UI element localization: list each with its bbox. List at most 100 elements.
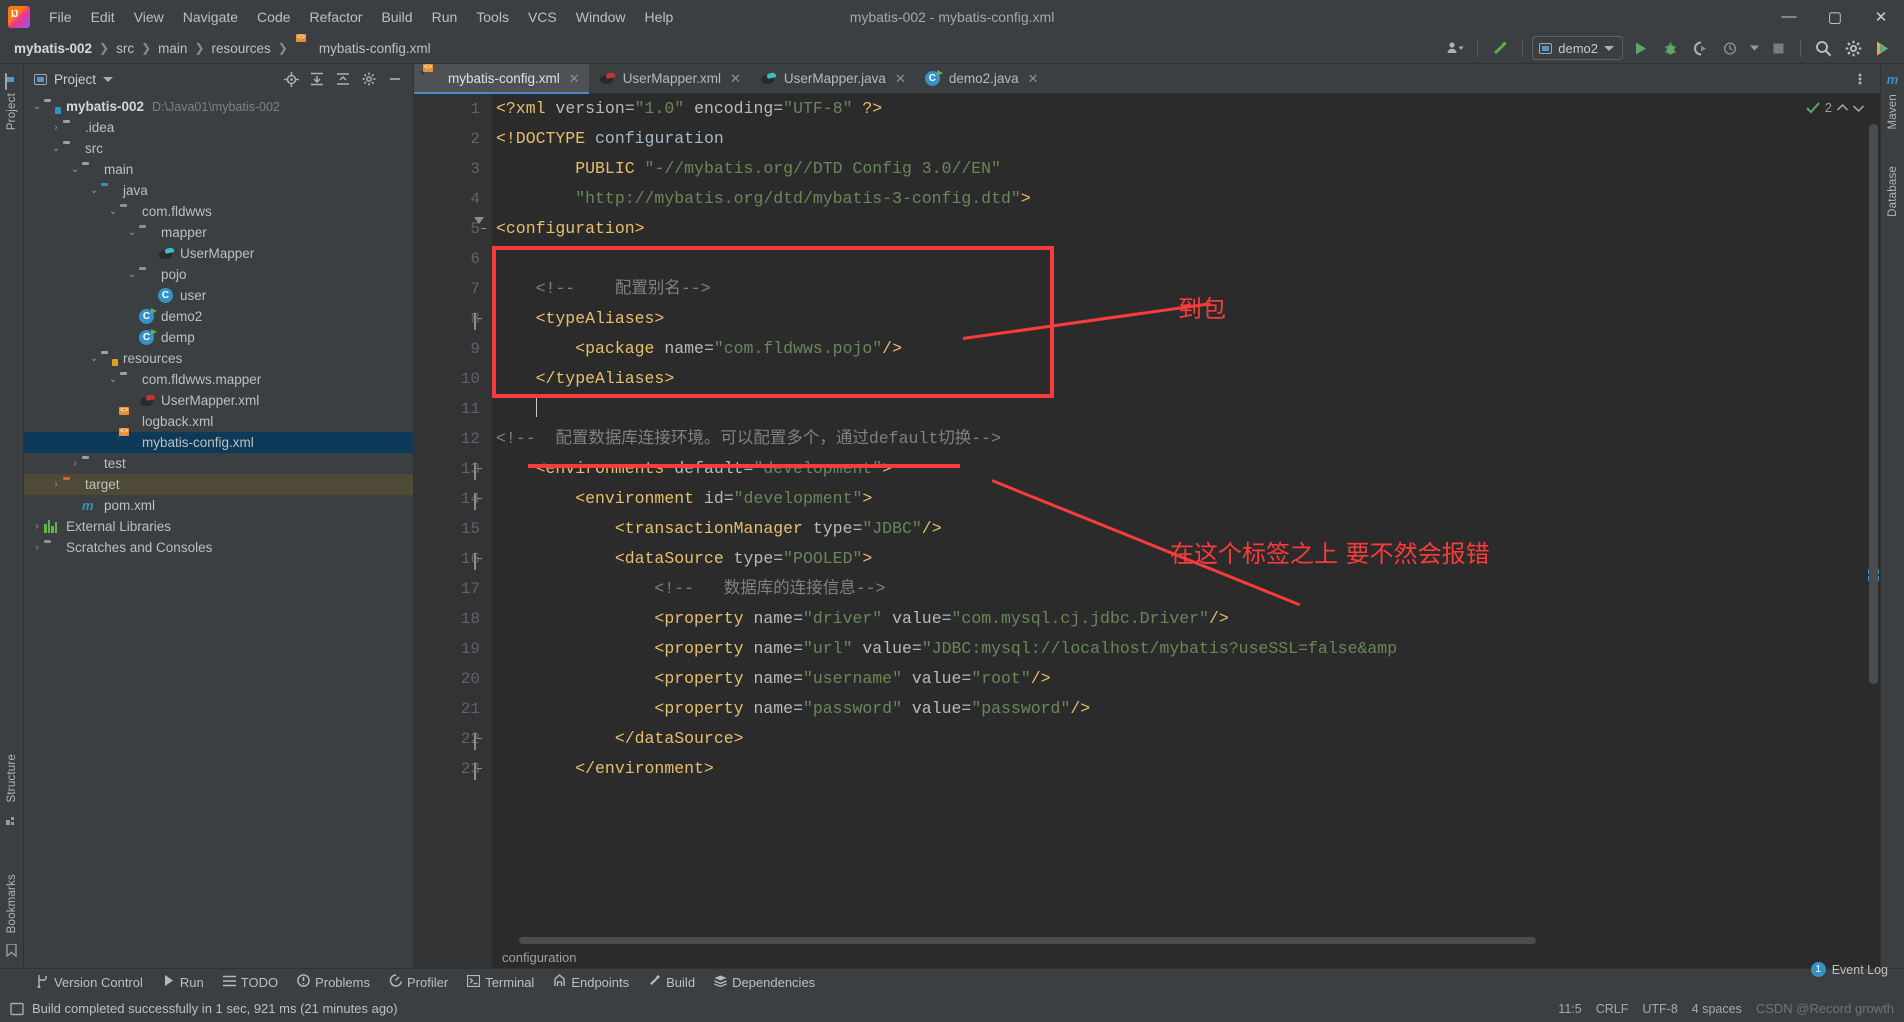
tool-window-build[interactable]: Build [640, 972, 703, 992]
search-everywhere-icon[interactable] [1810, 37, 1836, 59]
code-line[interactable]: <?xml version="1.0" encoding="UTF-8" ?> [496, 94, 1880, 124]
tree-node-src[interactable]: ⌄ src [24, 138, 413, 159]
code-line[interactable]: <!-- 数据库的连接信息--> [496, 574, 1880, 604]
line-number[interactable]: 4 [414, 184, 492, 214]
more-tabs-icon[interactable] [1848, 68, 1872, 90]
code-line[interactable]: <!-- 配置别名--> [496, 274, 1880, 304]
tree-node-user[interactable]: Cuser [24, 285, 413, 306]
tree-node-pom-xml[interactable]: m pom.xml [24, 495, 413, 516]
structure-tool-icon[interactable] [5, 814, 18, 829]
run-with-coverage-icon[interactable] [1687, 37, 1713, 59]
code-line[interactable]: </dataSource> [496, 724, 1880, 754]
menu-navigate[interactable]: Navigate [174, 5, 247, 29]
line-number[interactable]: 1 [414, 94, 492, 124]
tool-window-endpoints[interactable]: Endpoints [545, 972, 637, 992]
rail-item-maven[interactable]: Maven [1887, 94, 1899, 130]
tree-node-usermapper[interactable]: UserMapper [24, 243, 413, 264]
project-panel-title[interactable]: Project [54, 72, 96, 87]
stop-icon[interactable] [1765, 37, 1791, 59]
code-fold-toggle[interactable] [474, 217, 485, 239]
chevron-right-icon[interactable]: › [30, 542, 44, 553]
editor-tab-demo2-java[interactable]: Cdemo2.java ✕ [915, 64, 1048, 93]
line-number[interactable]: 6 [414, 244, 492, 274]
code-fold-toggle[interactable] [474, 733, 485, 750]
tree-node-logback-xml[interactable]: logback.xml [24, 411, 413, 432]
close-icon[interactable]: ✕ [730, 71, 741, 87]
chevron-down-icon[interactable]: ⌄ [125, 269, 139, 280]
line-number[interactable]: 18 [414, 604, 492, 634]
caret-position[interactable]: 11:5 [1558, 1002, 1581, 1016]
line-number-gutter[interactable]: 1234567891011121314151617181920212223 [414, 94, 492, 968]
code-line[interactable]: <property name="password" value="passwor… [496, 694, 1880, 724]
menu-build[interactable]: Build [372, 5, 421, 29]
tree-node-demo2[interactable]: Cdemo2 [24, 306, 413, 327]
code-fold-toggle[interactable] [474, 763, 485, 780]
profiler-icon[interactable] [1717, 37, 1743, 59]
rail-item-structure[interactable]: Structure [6, 754, 18, 802]
tree-node-mybatis-config-xml[interactable]: mybatis-config.xml [24, 432, 413, 453]
collapse-all-icon[interactable] [331, 68, 355, 90]
tree-node-mybatis-002[interactable]: ⌄ mybatis-002 D:\Java01\mybatis-002 [24, 96, 413, 117]
line-number[interactable]: 2 [414, 124, 492, 154]
chevron-right-icon[interactable]: › [68, 458, 82, 469]
chevron-down-icon[interactable]: ⌄ [87, 353, 101, 364]
chevron-up-icon[interactable] [1837, 103, 1848, 112]
tool-window-todo[interactable]: TODO [215, 973, 286, 992]
ide-assistant-icon[interactable] [1870, 37, 1896, 59]
tree-node-scratches-and-consoles[interactable]: › Scratches and Consoles [24, 537, 413, 558]
editor-hscroll-thumb[interactable] [519, 937, 1537, 944]
maximize-button[interactable]: ▢ [1812, 0, 1858, 33]
code-line[interactable]: </typeAliases> [496, 364, 1880, 394]
code-fold-toggle[interactable] [474, 463, 485, 480]
file-encoding[interactable]: UTF-8 [1642, 1002, 1677, 1016]
menu-refactor[interactable]: Refactor [301, 5, 372, 29]
code-line[interactable]: </environment> [496, 754, 1880, 784]
minimize-button[interactable]: — [1766, 0, 1812, 33]
line-separator[interactable]: CRLF [1596, 1002, 1629, 1016]
rail-item-bookmarks[interactable]: Bookmarks [6, 874, 18, 933]
tree-node-pojo[interactable]: ⌄ pojo [24, 264, 413, 285]
chevron-down-icon[interactable]: ⌄ [125, 227, 139, 238]
editor-tab-usermapper-java[interactable]: UserMapper.java ✕ [750, 64, 915, 93]
code-content[interactable]: <?xml version="1.0" encoding="UTF-8" ?> <… [492, 94, 1880, 968]
editor-scroll-thumb[interactable] [1869, 124, 1878, 684]
code-line[interactable]: <configuration> [496, 214, 1880, 244]
project-tool-icon[interactable] [4, 73, 19, 90]
menu-window[interactable]: Window [567, 5, 635, 29]
maven-icon[interactable]: m [1887, 72, 1899, 87]
menu-edit[interactable]: Edit [82, 5, 124, 29]
editor-horizontal-scrollbar[interactable] [492, 937, 1866, 946]
inspection-widget[interactable]: 2 [1806, 100, 1864, 115]
line-number[interactable]: 20 [414, 664, 492, 694]
code-line[interactable]: <dataSource type="POOLED"> [496, 544, 1880, 574]
code-fold-toggle[interactable] [474, 313, 485, 330]
close-icon[interactable]: ✕ [569, 71, 580, 87]
chevron-down-icon[interactable]: ⌄ [49, 143, 63, 154]
code-line[interactable] [496, 394, 1880, 424]
code-line[interactable]: <!-- 配置数据库连接环境。可以配置多个，通过default切换--> [496, 424, 1880, 454]
tool-window-problems[interactable]: Problems [289, 972, 378, 992]
chevron-down-icon[interactable]: ⌄ [106, 374, 120, 385]
run-icon[interactable] [1627, 37, 1653, 59]
tree-node-com-fldwws[interactable]: ⌄ com.fldwws [24, 201, 413, 222]
code-line[interactable]: <typeAliases> [496, 304, 1880, 334]
code-line[interactable]: <property name="url" value="JDBC:mysql:/… [496, 634, 1880, 664]
code-line[interactable]: "http://mybatis.org/dtd/mybatis-3-config… [496, 184, 1880, 214]
code-line[interactable]: <property name="driver" value="com.mysql… [496, 604, 1880, 634]
tree-node-resources[interactable]: ⌄ resources [24, 348, 413, 369]
code-fold-toggle[interactable] [474, 553, 485, 570]
bookmarks-tool-icon[interactable] [6, 943, 17, 960]
tree-node-java[interactable]: ⌄ java [24, 180, 413, 201]
editor-vertical-scrollbar[interactable] [1867, 124, 1880, 946]
profiler-dropdown-icon[interactable] [1747, 37, 1761, 59]
editor-breadcrumb[interactable]: configuration [492, 946, 1880, 968]
code-editor[interactable]: 1234567891011121314151617181920212223 <?… [414, 94, 1880, 968]
chevron-down-icon[interactable]: ⌄ [30, 101, 44, 112]
tree-node--idea[interactable]: › .idea [24, 117, 413, 138]
code-line[interactable]: <transactionManager type="JDBC"/> [496, 514, 1880, 544]
editor-tab-mybatis-config-xml[interactable]: mybatis-config.xml ✕ [414, 64, 589, 94]
settings-gear-icon[interactable] [1840, 37, 1866, 59]
tree-node-test[interactable]: › test [24, 453, 413, 474]
menu-file[interactable]: File [40, 5, 81, 29]
editor-tab-usermapper-xml[interactable]: UserMapper.xml ✕ [589, 64, 750, 93]
